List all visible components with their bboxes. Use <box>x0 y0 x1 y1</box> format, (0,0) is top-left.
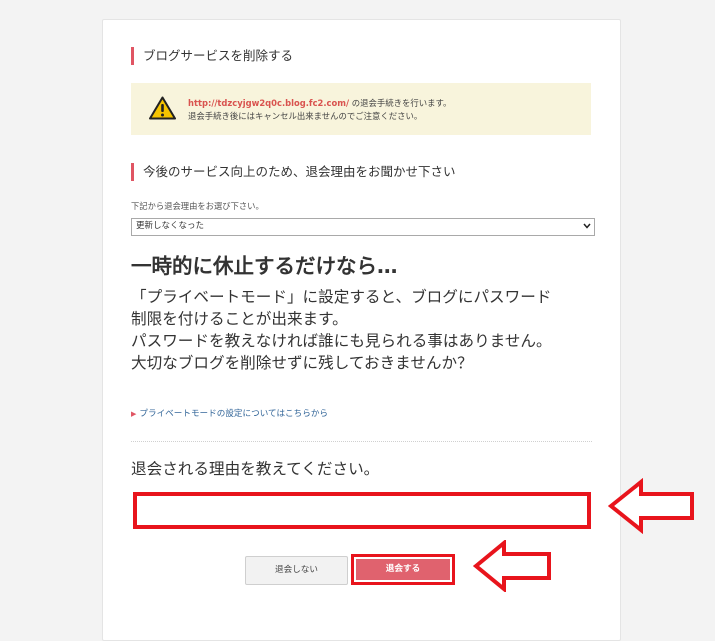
suggestion-line: 大切なブログを削除せずに残しておきませんか？ <box>131 354 473 372</box>
suggestion-headline: 一時的に休止するだけなら… <box>131 254 398 278</box>
reason-section-title: 今後のサービス向上のため、退会理由をお聞かせ下さい <box>131 163 456 181</box>
private-mode-link[interactable]: ▶ プライベートモードの設定についてはこちらから <box>131 407 328 419</box>
blog-url: http://tdzcyjgw2q0c.blog.fc2.com/ <box>188 98 350 108</box>
reason-textarea[interactable] <box>133 492 591 529</box>
warning-triangle-icon <box>149 96 176 120</box>
select-hint: 下記から退会理由をお選び下さい。 <box>131 201 264 211</box>
delete-section-title: ブログサービスを削除する <box>131 47 293 65</box>
warning-line2: 退会手続き後にはキャンセル出来ませんのでご注意ください。 <box>188 111 423 121</box>
reason-select-value: 更新しなくなった <box>136 221 205 231</box>
divider <box>131 441 592 442</box>
chevron-down-icon <box>583 223 591 229</box>
triangle-bullet-icon: ▶ <box>131 410 137 418</box>
warning-box: http://tdzcyjgw2q0c.blog.fc2.com/ の退会手続き… <box>131 83 591 135</box>
left-arrow-icon <box>473 540 551 592</box>
reason-select[interactable]: 更新しなくなった <box>131 218 595 236</box>
suggestion-body: 「プライベートモード」に設定すると、ブログにパスワード 制限を付けることが出来ま… <box>131 286 552 374</box>
suggestion-line: パスワードを教えなければ誰にも見られる事はありません。 <box>131 332 552 350</box>
reason-prompt: 退会される理由を教えてください。 <box>131 460 380 478</box>
submit-highlight-frame: 退会する <box>351 554 455 585</box>
suggestion-line: 制限を付けることが出来ます。 <box>131 310 348 328</box>
left-arrow-icon <box>608 478 694 534</box>
private-mode-link-text: プライベートモードの設定についてはこちらから <box>139 409 329 419</box>
submit-withdraw-button[interactable]: 退会する <box>356 559 450 580</box>
warning-text: http://tdzcyjgw2q0c.blog.fc2.com/ の退会手続き… <box>188 97 451 123</box>
suggestion-line: 「プライベートモード」に設定すると、ブログにパスワード <box>131 288 552 306</box>
cancel-withdraw-button[interactable]: 退会しない <box>245 556 348 585</box>
warning-line1-suffix: の退会手続きを行います。 <box>349 98 452 108</box>
